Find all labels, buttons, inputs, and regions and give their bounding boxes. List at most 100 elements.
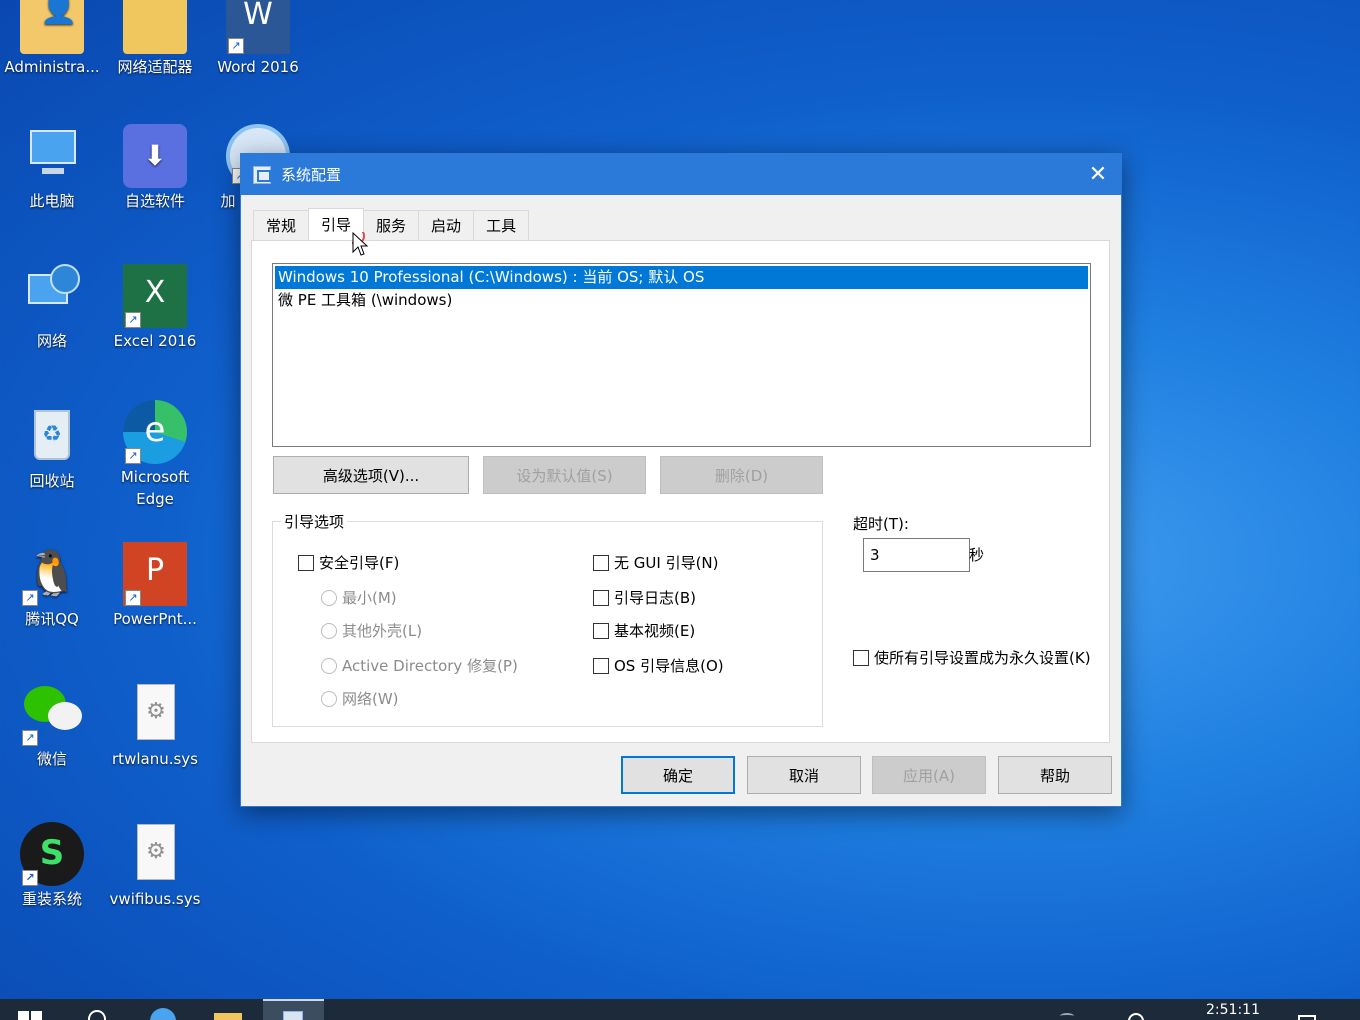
recycle-bin-icon: ♻ [20,404,84,468]
msconfig-app-icon [253,165,271,184]
browser-taskbar-icon[interactable] [148,999,178,1020]
shortcut-arrow-icon: ↗ [125,590,141,606]
desktop-icon-label: 加 [220,192,236,210]
radio-circle[interactable] [321,657,337,674]
system-config-dialog: 系统配置 ✕ 常规 引导 服务 启动 工具 Windows 10 Profess… [240,153,1122,807]
dialog-titlebar[interactable]: 系统配置 ✕ [241,154,1121,195]
desktop-icon-label: Administra... [4,58,100,76]
tab-tools[interactable]: 工具 [473,210,530,240]
ad-repair-label: Active Directory 修复(P) [342,657,518,675]
folder-icon [123,0,187,54]
dialog-title: 系统配置 [281,166,342,184]
ok-button[interactable]: 确定 [621,756,735,794]
desktop-icon-label: Excel 2016 [113,332,197,350]
network-radio[interactable]: 网络(W) [321,688,399,709]
shortcut-arrow-icon: ↗ [22,730,38,746]
desktop-icon-reinstall[interactable]: S ↗ 重装系统 [2,822,102,910]
radio-circle[interactable] [321,589,337,606]
desktop-icon-rtwlanu[interactable]: ⚙ rtwlanu.sys [105,682,205,770]
checkbox-box[interactable] [593,622,609,639]
computer-icon [20,124,84,188]
desktop-icon-edge[interactable]: e ↗ Microsoft Edge [105,400,205,510]
timeout-label: 超时(T): [853,515,909,533]
help-button[interactable]: 帮助 [998,756,1112,794]
os-list[interactable]: Windows 10 Professional (C:\Windows) : 当… [272,263,1091,447]
clock[interactable]: 2:51:11 [1206,1002,1276,1020]
shortcut-arrow-icon: ↗ [22,590,38,606]
desktop-icon-wechat[interactable]: ↗ 微信 [2,682,102,770]
boot-options-group: 引导选项 安全引导(F) 最小(M) 其他外壳(L) Active Direct… [272,511,823,727]
search-icon[interactable] [86,999,110,1020]
msconfig-taskbar-button[interactable] [263,999,324,1020]
alternate-shell-radio[interactable]: 其他外壳(L) [321,620,422,641]
boot-tab-panel: Windows 10 Professional (C:\Windows) : 当… [251,240,1110,743]
advanced-options-button[interactable]: 高级选项(V)... [273,456,469,494]
boot-log-checkbox[interactable]: 引导日志(B) [593,587,696,608]
alternate-shell-label: 其他外壳(L) [342,622,423,640]
word-glyph: W [243,0,273,32]
file-explorer-icon[interactable] [214,999,244,1020]
os-boot-info-label: OS 引导信息(O) [614,657,724,675]
tab-general[interactable]: 常规 [253,210,310,240]
apply-button[interactable]: 应用(A) [872,756,986,794]
reinstall-glyph: S [39,833,65,873]
desktop-icon-label: Microsoft Edge [120,468,190,508]
desktop-icon-network[interactable]: 网络 [2,264,102,352]
desktop-icon-label: 网络适配器 [117,58,193,76]
wechat-icon: ↗ [20,682,84,746]
safe-boot-checkbox[interactable]: 安全引导(F) [298,552,399,573]
desktop-icon-label: 自选软件 [124,192,185,210]
checkbox-box[interactable] [853,650,869,666]
reinstall-system-icon: S ↗ [20,822,84,886]
shortcut-arrow-icon: ↗ [228,38,244,54]
radio-circle[interactable] [321,622,337,639]
start-icon[interactable] [18,999,44,1020]
cancel-button[interactable]: 取消 [747,756,861,794]
base-video-checkbox[interactable]: 基本视频(E) [593,620,695,641]
set-default-button[interactable]: 设为默认值(S) [483,456,646,494]
tab-startup[interactable]: 启动 [418,210,475,240]
tab-services[interactable]: 服务 [363,210,420,240]
boot-options-legend: 引导选项 [281,511,348,532]
excel-icon: X ↗ [123,264,187,328]
desktop-icon-this-pc[interactable]: 此电脑 [2,124,102,212]
os-list-item[interactable]: 微 PE 工具箱 (\windows) [275,289,1088,312]
desktop-icon-vwifibus[interactable]: ⚙ vwifibus.sys [105,822,205,910]
permanent-settings-checkbox[interactable]: 使所有引导设置成为永久设置(K) [853,647,1093,670]
checkbox-box[interactable] [593,554,609,571]
desktop-icon-qq[interactable]: 🐧 ↗ 腾讯QQ [2,542,102,630]
notification-icon[interactable] [1296,999,1320,1020]
delete-button[interactable]: 删除(D) [660,456,823,494]
desktop-icon-administrator[interactable]: 👤 Administra... [2,0,102,78]
desktop-icon-powerpoint[interactable]: P ↗ PowerPnt... [105,542,205,630]
download-glyph: ⬇ [143,139,167,172]
mouse-cursor-icon [352,232,369,256]
minimal-label: 最小(M) [342,589,397,607]
os-boot-info-checkbox[interactable]: OS 引导信息(O) [593,655,724,676]
desktop-icon-label: 此电脑 [29,192,75,210]
base-video-label: 基本视频(E) [614,622,696,640]
radio-circle[interactable] [321,690,337,707]
checkbox-box[interactable] [593,657,609,674]
tray-icons[interactable] [1060,999,1180,1020]
desktop-icon-label: 回收站 [29,472,75,490]
user-glyph: 👤 [40,0,78,26]
checkbox-box[interactable] [298,554,314,571]
desktop-icon-label: PowerPnt... [113,610,197,628]
ad-repair-radio[interactable]: Active Directory 修复(P) [321,655,518,676]
desktop-icon-optional-software[interactable]: ⬇ 自选软件 [105,124,205,212]
desktop-icon-excel[interactable]: X ↗ Excel 2016 [105,264,205,352]
no-gui-label: 无 GUI 引导(N) [614,554,719,572]
no-gui-boot-checkbox[interactable]: 无 GUI 引导(N) [593,552,719,573]
os-list-item[interactable]: Windows 10 Professional (C:\Windows) : 当… [275,266,1088,289]
qq-penguin-icon: 🐧 ↗ [20,542,84,606]
desktop-icon-label: Word 2016 [217,58,299,76]
timeout-input[interactable] [863,538,970,572]
recycle-glyph: ♻ [42,422,62,447]
desktop-icon-recycle-bin[interactable]: ♻ 回收站 [2,404,102,492]
desktop-icon-word[interactable]: W ↗ Word 2016 [208,0,308,78]
close-icon[interactable]: ✕ [1075,154,1121,195]
minimal-radio[interactable]: 最小(M) [321,587,397,608]
checkbox-box[interactable] [593,589,609,606]
desktop-icon-network-adapter[interactable]: 网络适配器 [105,0,205,78]
